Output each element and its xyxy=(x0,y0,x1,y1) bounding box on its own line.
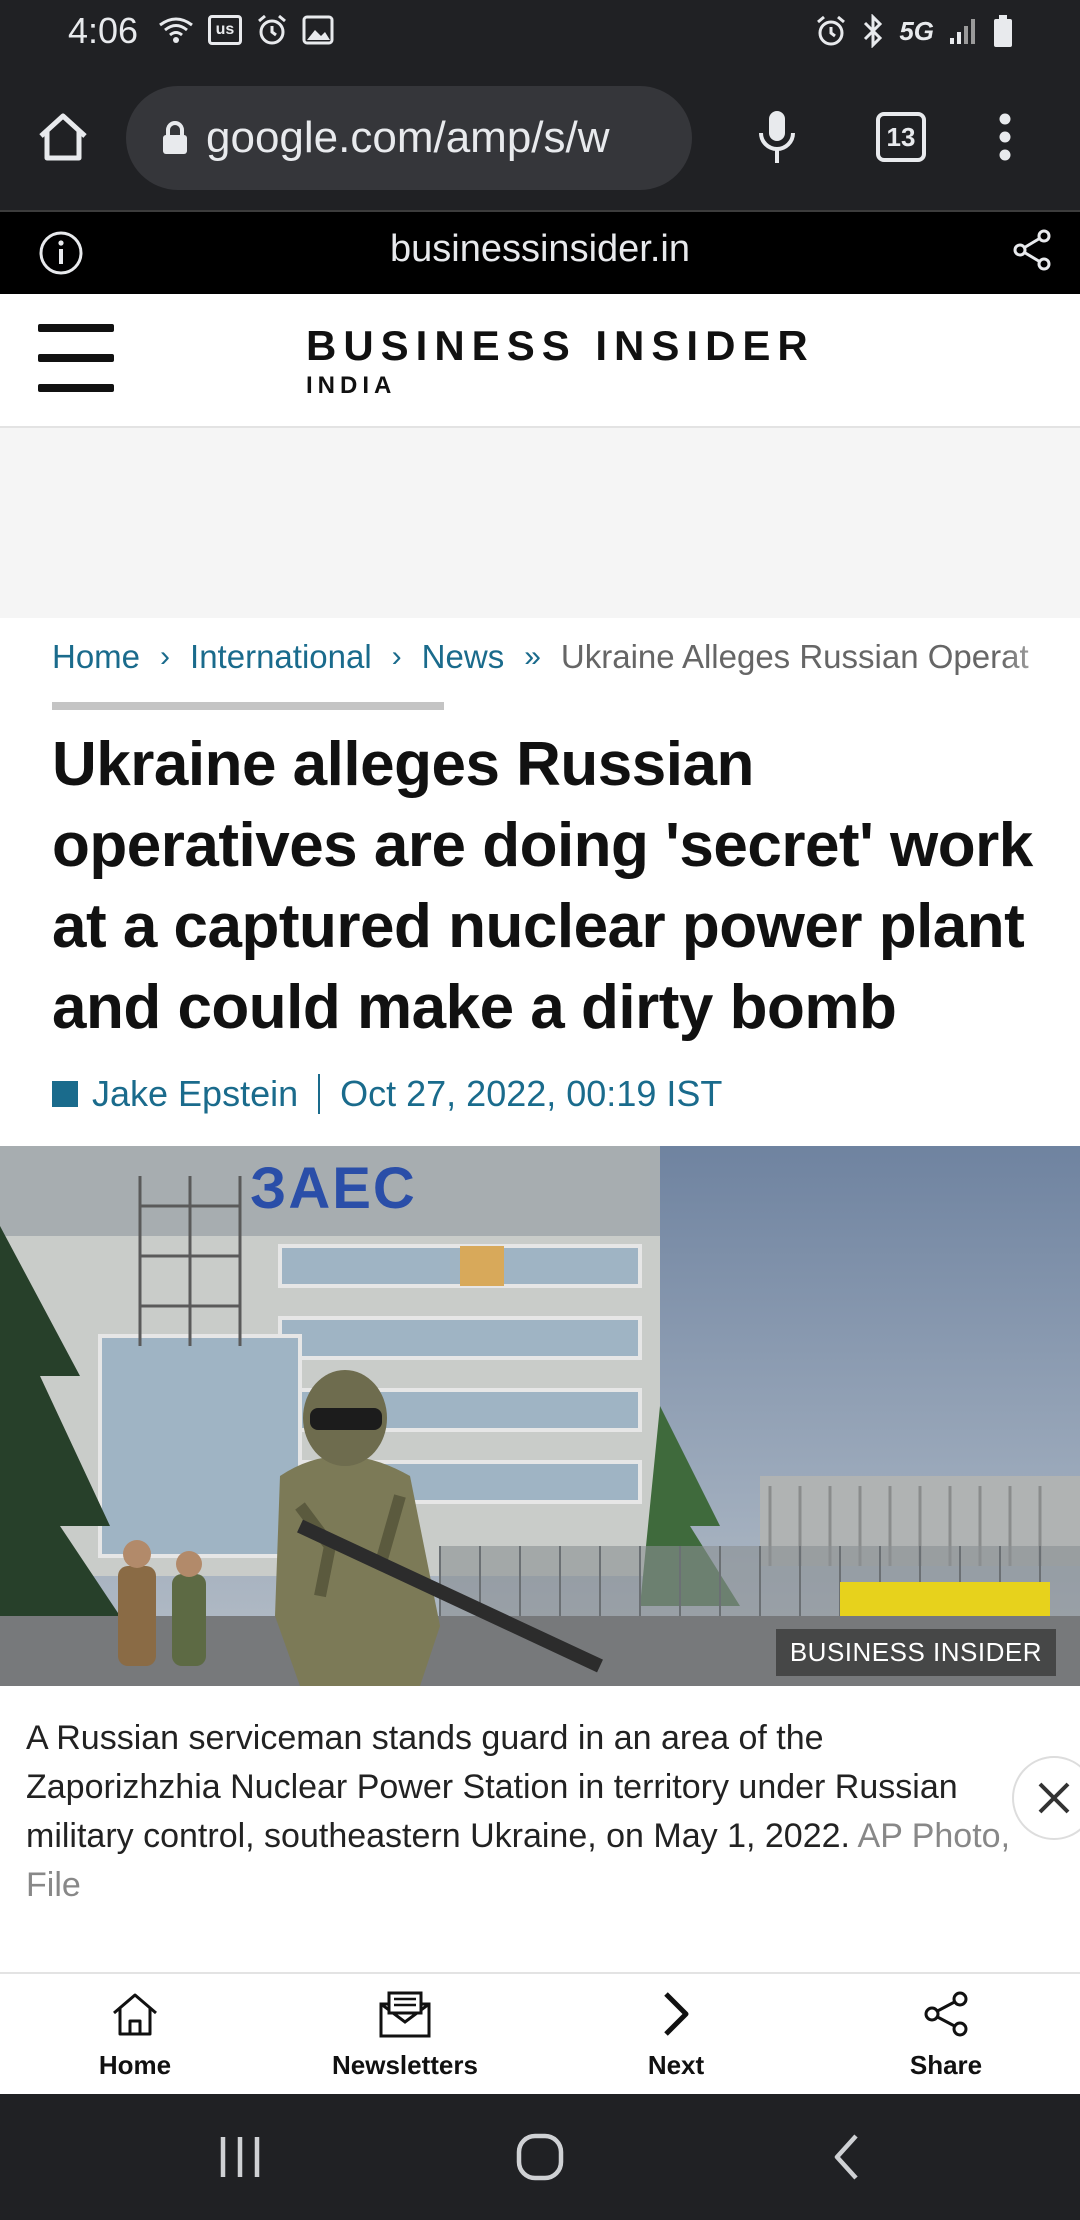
battery-icon xyxy=(994,15,1012,47)
alarm-icon xyxy=(258,14,286,45)
bottom-navigation: Home Newsletters Next Share xyxy=(0,1972,1080,2094)
tab-switcher-button[interactable]: 13 xyxy=(876,112,926,162)
voice-search-button[interactable] xyxy=(744,104,810,170)
bluetooth-icon xyxy=(864,14,883,48)
amp-domain: businessinsider.in xyxy=(390,228,690,270)
amp-header: businessinsider.in xyxy=(0,210,1080,294)
recent-apps-button[interactable] xyxy=(210,2122,270,2192)
breadcrumb-fade xyxy=(1000,620,1080,690)
close-icon xyxy=(1038,1782,1070,1814)
browser-menu-button[interactable] xyxy=(990,104,1020,170)
hamburger-line xyxy=(38,354,114,362)
nav-next[interactable]: Next xyxy=(576,1984,776,2081)
photo-illustration: ЗАЕС xyxy=(0,1146,1080,1686)
share-icon xyxy=(924,1991,968,2037)
photo-credit: BUSINESS INSIDER xyxy=(775,1629,1056,1676)
status-right-icons: 5G xyxy=(815,14,1014,48)
url-bar[interactable]: google.com/amp/s/w xyxy=(126,86,692,190)
breadcrumb-separator: › xyxy=(391,640,402,673)
breadcrumb-international[interactable]: International xyxy=(190,638,372,676)
browser-home-button[interactable] xyxy=(30,104,96,170)
system-navigation-bar xyxy=(0,2094,1080,2220)
url-text: google.com/amp/s/w xyxy=(206,113,610,162)
nav-newsletters-label: Newsletters xyxy=(332,2050,478,2080)
nav-next-label: Next xyxy=(647,2050,705,2080)
image-icon xyxy=(302,15,334,45)
caption-text: A Russian serviceman stands guard in an … xyxy=(26,1719,958,1855)
share-icon[interactable] xyxy=(1012,228,1052,272)
recent-apps-icon xyxy=(220,2137,260,2177)
breadcrumb-news[interactable]: News xyxy=(422,638,505,676)
alarm-icon xyxy=(817,15,846,46)
breadcrumb-separator: › xyxy=(160,640,171,673)
publish-date: Oct 27, 2022, 00:19 IST xyxy=(340,1073,723,1114)
breadcrumb-home[interactable]: Home xyxy=(52,638,140,676)
author-marker xyxy=(52,1081,78,1107)
logo-main-text: BUSINESS INSIDER xyxy=(306,322,815,369)
microphone-icon xyxy=(759,111,795,163)
signal-icon xyxy=(950,19,975,44)
nav-newsletters[interactable]: Newsletters xyxy=(305,1984,505,2081)
close-caption-button[interactable] xyxy=(1012,1756,1080,1840)
nav-home[interactable]: Home xyxy=(35,1984,235,2081)
breadcrumb-separator: » xyxy=(524,640,541,673)
nav-share-label: Share xyxy=(909,2050,983,2080)
back-system-button[interactable] xyxy=(816,2122,876,2192)
article-photo[interactable]: ЗАЕС BUSINESS INSIDER xyxy=(0,1146,1080,1686)
article-headline: Ukraine alleges Russian operatives are d… xyxy=(52,730,1033,1042)
more-vertical-icon xyxy=(999,113,1011,161)
lock-icon xyxy=(163,121,187,154)
site-header: BUSINESS INSIDER INDIA xyxy=(0,294,1080,428)
status-time: 4:06 xyxy=(68,10,139,51)
nav-share[interactable]: Share xyxy=(846,1984,1046,2081)
browser-toolbar: google.com/amp/s/w 13 xyxy=(0,64,1080,210)
photo-caption: A Russian serviceman stands guard in an … xyxy=(26,1714,1016,1910)
reading-progress-bar xyxy=(52,702,444,710)
home-icon xyxy=(113,1993,157,2036)
us-badge-icon: us xyxy=(208,15,242,45)
breadcrumb: Home › International › News » Ukraine Al… xyxy=(52,632,1052,682)
hamburger-line xyxy=(38,324,114,332)
network-type-icon: 5G xyxy=(899,15,934,46)
breadcrumb-current: Ukraine Alleges Russian Operat xyxy=(560,638,1029,675)
photo-sign-text: ЗАЕС xyxy=(250,1156,417,1221)
byline-divider xyxy=(318,1074,321,1114)
nav-home-label: Home xyxy=(98,2050,172,2080)
logo-sub-text: INDIA xyxy=(306,372,397,399)
home-circle-icon xyxy=(516,2133,564,2181)
newsletter-icon xyxy=(379,1991,431,2038)
ad-slot xyxy=(0,428,1080,618)
home-system-button[interactable] xyxy=(510,2122,570,2192)
chevron-right-icon xyxy=(664,1992,689,2036)
hamburger-line xyxy=(38,384,114,392)
status-bar: 4:06 us 5G xyxy=(0,0,1080,64)
wifi-calling-icon xyxy=(159,17,193,43)
back-icon xyxy=(834,2134,858,2180)
author-name[interactable]: Jake Epstein xyxy=(92,1073,298,1115)
status-left-icons: us xyxy=(158,14,334,46)
site-logo[interactable]: BUSINESS INSIDER INDIA xyxy=(306,322,815,400)
home-icon xyxy=(39,113,87,161)
hamburger-menu-button[interactable] xyxy=(38,324,114,392)
byline: Jake Epstein Oct 27, 2022, 00:19 IST xyxy=(52,1068,722,1120)
